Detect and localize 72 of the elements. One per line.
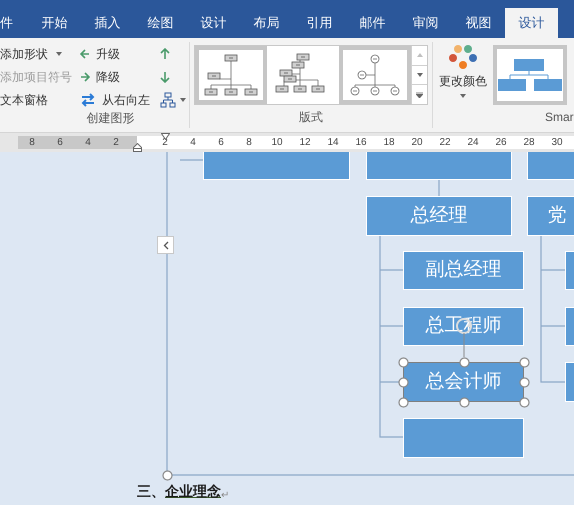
ruler-number: 6 (56, 136, 64, 149)
hierarchy-icon (160, 92, 176, 108)
group-label: 版式 (299, 109, 323, 126)
ruler-number: 28 (522, 136, 536, 149)
ruler-number: 14 (326, 136, 340, 149)
org-chart-box[interactable] (203, 152, 350, 180)
ribbon-tab[interactable]: 件 (0, 8, 28, 38)
ruler-number: 20 (410, 136, 424, 149)
ruler-number: 30 (550, 136, 564, 149)
ribbon-tab[interactable]: 设计 (187, 8, 240, 38)
resize-handle[interactable] (398, 357, 409, 368)
ribbon-tab[interactable]: 引用 (293, 8, 346, 38)
heading-number: 三、 (137, 485, 165, 502)
group-label: Smar (545, 109, 574, 126)
caret-icon (56, 52, 62, 56)
hierarchy-dropdown[interactable] (160, 92, 186, 108)
ruler-number: 8 (245, 136, 253, 149)
caret-icon (460, 94, 466, 98)
ruler-number: 10 (270, 136, 284, 149)
down-triangle-icon (416, 73, 422, 77)
color-dots-icon (449, 44, 477, 70)
style-thumbnail[interactable] (493, 45, 567, 105)
ribbon-tab[interactable]: 设计 (505, 8, 558, 38)
caret-icon (180, 98, 186, 102)
change-colors-button[interactable]: 更改颜色 (433, 38, 493, 132)
chevron-left-icon (162, 240, 168, 250)
resize-handle[interactable] (519, 357, 530, 368)
org-chart-box[interactable] (403, 418, 524, 458)
ribbon-command[interactable]: 升级 (80, 45, 152, 63)
ribbon-tab[interactable]: 邮件 (346, 8, 399, 38)
ribbon-tab[interactable]: 视图 (452, 8, 505, 38)
resize-handle[interactable] (519, 397, 530, 408)
swap-arrows-icon (80, 92, 96, 108)
ruler-number: 8 (28, 136, 36, 149)
resize-handle[interactable] (162, 470, 173, 481)
more-icon (416, 92, 423, 98)
org-chart-box[interactable] (366, 152, 512, 180)
resize-handle[interactable] (398, 377, 409, 388)
resize-handle[interactable] (519, 377, 530, 388)
ruler-number: 4 (84, 136, 92, 149)
ruler-number: 16 (354, 136, 368, 149)
layout-thumbnail[interactable] (195, 46, 267, 104)
ruler-number: 6 (217, 136, 225, 149)
ribbon-command[interactable]: 降级 (80, 68, 152, 86)
ribbon-tab[interactable]: 布局 (240, 8, 293, 38)
ribbon-command[interactable]: 从右向左 (80, 91, 152, 109)
ruler-number: 18 (382, 136, 396, 149)
up-triangle-icon (416, 53, 422, 58)
ruler-number: 4 (189, 136, 197, 149)
ribbon-command[interactable]: 文本窗格 (0, 91, 76, 109)
ruler-number: 2 (112, 136, 120, 149)
collapse-button[interactable] (157, 236, 174, 254)
ribbon-tab[interactable]: 绘图 (134, 8, 187, 38)
up-arrow-icon[interactable] (160, 48, 170, 60)
ribbon-tab[interactable]: 插入 (81, 8, 134, 38)
ruler-number: 26 (494, 136, 508, 149)
ribbon-tab[interactable]: 开始 (28, 8, 81, 38)
ribbon-tab[interactable]: 审阅 (399, 8, 452, 38)
ruler-number: 24 (466, 136, 480, 149)
ribbon-command[interactable]: 添加形状 (0, 45, 76, 63)
paragraph-mark: ↵ (221, 489, 229, 503)
ruler-number: 22 (438, 136, 452, 149)
right-arrow-icon (80, 72, 90, 82)
heading-text: 企业理念 (165, 483, 221, 502)
left-arrow-icon (80, 49, 90, 59)
resize-handle[interactable] (458, 357, 470, 368)
resize-handle[interactable] (458, 397, 470, 408)
down-arrow-icon[interactable] (160, 71, 170, 83)
resize-handle[interactable] (398, 397, 409, 408)
ruler-number: 12 (298, 136, 312, 149)
group-label: 创建图形 (86, 110, 134, 127)
layout-thumbnail[interactable] (339, 46, 411, 104)
